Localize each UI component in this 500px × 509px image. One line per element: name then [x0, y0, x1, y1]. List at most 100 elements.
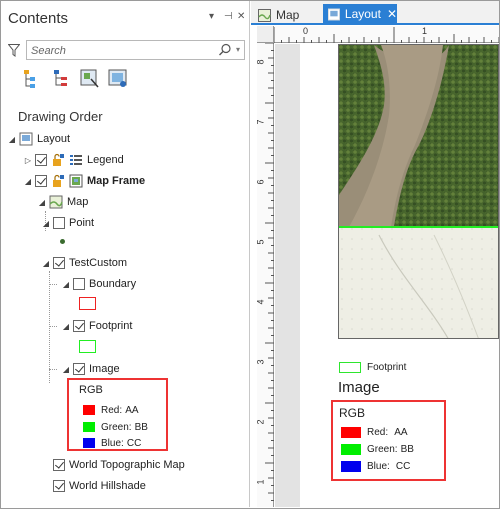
rgb-value: CC [395, 460, 411, 472]
visibility-checkbox[interactable] [73, 278, 85, 290]
vertical-ruler-ticks [265, 42, 274, 501]
layout-rgb-legend-highlight: RGB Red: AA Green: BB Blue: CC [331, 400, 446, 481]
point-symbol [60, 239, 65, 244]
tree-item-footprint[interactable]: ◢ Footprint [61, 317, 132, 335]
visibility-checkbox[interactable] [53, 459, 65, 471]
tree-item-legend[interactable]: ▷ Legend [23, 151, 124, 169]
visibility-checkbox[interactable] [53, 257, 65, 269]
tree-item-map[interactable]: ◢ Map [37, 193, 88, 211]
tree-line [49, 326, 57, 327]
collapse-arrow-icon[interactable]: ◢ [41, 259, 51, 268]
rgb-row-green: Green: BB [341, 443, 414, 455]
rgb-row-red[interactable]: Red: AA [83, 404, 139, 416]
visibility-checkbox[interactable] [35, 154, 47, 166]
map-frame-icon [69, 174, 83, 188]
tree-label: TestCustom [69, 257, 128, 269]
red-swatch [83, 405, 95, 415]
rgb-label: Green: [367, 443, 398, 455]
collapse-arrow-icon[interactable]: ◢ [61, 322, 71, 331]
close-tab-icon[interactable]: ✕ [387, 7, 397, 21]
tree-item-image[interactable]: ◢ Image [61, 360, 120, 378]
map-imagery [339, 45, 498, 338]
search-icon[interactable] [218, 43, 232, 57]
ruler-number: 2 [255, 419, 266, 425]
rgb-row-blue: Blue: CC [341, 460, 410, 472]
green-swatch [341, 443, 361, 455]
layout-icon [19, 132, 33, 146]
legend-footprint-label: Footprint [367, 362, 407, 373]
pane-options-icon[interactable]: ▾ [209, 11, 214, 22]
rgb-value: AA [125, 404, 139, 416]
close-pane-icon[interactable]: ✕ [237, 11, 245, 22]
visibility-checkbox[interactable] [35, 175, 47, 187]
rgb-value: BB [400, 443, 414, 455]
blue-swatch [83, 438, 95, 448]
layout-tab-icon [328, 8, 340, 20]
lock-icon[interactable] [51, 153, 65, 167]
visibility-checkbox[interactable] [53, 217, 65, 229]
tree-item-world-hillshade[interactable]: World Hillshade [53, 477, 146, 495]
list-by-drawing-order-icon[interactable] [21, 67, 43, 91]
collapse-arrow-icon[interactable]: ◢ [61, 280, 71, 289]
search-options-chevron-icon[interactable]: ▾ [236, 45, 240, 54]
filter-icon[interactable] [8, 44, 20, 57]
map-tab-icon [258, 8, 271, 22]
tree-label: World Hillshade [69, 480, 146, 492]
ruler-number: 8 [255, 59, 266, 65]
list-by-source-icon[interactable] [51, 67, 73, 91]
search-box: ▾ [26, 40, 245, 60]
blue-swatch [341, 460, 361, 472]
visibility-checkbox[interactable] [73, 363, 85, 375]
tree-line [49, 369, 57, 370]
view-tab-strip: Map Layout ✕ [251, 1, 499, 25]
vertical-ruler: 8 7 6 5 4 3 2 1 [255, 42, 274, 507]
tree-label: World Topographic Map [69, 459, 185, 471]
collapse-arrow-icon[interactable]: ◢ [23, 177, 33, 186]
tree-label: Image [89, 363, 120, 375]
footprint-symbol[interactable] [79, 340, 96, 353]
tree-item-point[interactable]: ◢ Point [41, 214, 94, 232]
legend-image-heading: Image [338, 379, 380, 396]
ruler-number: 1 [422, 26, 428, 36]
list-by-selection-icon[interactable] [79, 67, 101, 91]
rgb-row-blue[interactable]: Blue: CC [83, 437, 141, 449]
tree-label: Footprint [89, 320, 133, 332]
collapse-arrow-icon[interactable]: ◢ [7, 135, 17, 144]
visibility-checkbox[interactable] [73, 320, 85, 332]
tab-layout[interactable]: Layout ✕ [323, 4, 397, 24]
expand-arrow-icon[interactable]: ▷ [23, 156, 33, 165]
rgb-legend-highlight: RGB Red: AA Green: BB Blue: CC [67, 378, 168, 451]
lock-icon[interactable] [51, 174, 65, 188]
tree-item-world-topographic[interactable]: World Topographic Map [53, 456, 185, 474]
boundary-symbol[interactable] [79, 297, 96, 310]
search-input[interactable] [31, 43, 206, 58]
tab-map[interactable]: Map [258, 5, 299, 25]
rgb-row-green[interactable]: Green: BB [83, 421, 148, 433]
collapse-arrow-icon[interactable]: ◢ [37, 198, 47, 207]
tree-label: Map Frame [87, 175, 146, 187]
drawing-order-heading: Drawing Order [18, 109, 103, 124]
collapse-arrow-icon[interactable]: ◢ [41, 219, 51, 228]
rgb-title: RGB [79, 384, 103, 396]
visibility-checkbox[interactable] [53, 480, 65, 492]
tab-label: Layout [344, 7, 381, 21]
tree-label: Legend [87, 154, 124, 166]
tree-item-boundary[interactable]: ◢ Boundary [61, 275, 136, 293]
tab-label: Map [276, 8, 300, 22]
horizontal-ruler: 0 1 [257, 26, 500, 43]
tree-line [49, 284, 57, 285]
list-by-snapping-icon[interactable] [107, 67, 129, 91]
tree-label: Layout [37, 133, 71, 145]
tree-item-map-frame[interactable]: ◢ Map Frame [23, 172, 145, 190]
map-frame-element[interactable] [338, 44, 499, 339]
collapse-arrow-icon[interactable]: ◢ [61, 365, 71, 374]
legend-icon [70, 155, 82, 165]
rgb-value: CC [126, 437, 142, 449]
rgb-label: Blue: [367, 460, 390, 472]
tree-line [49, 271, 50, 383]
tree-item-layout[interactable]: ◢ Layout [7, 130, 70, 148]
rgb-row-red: Red: AA [341, 426, 408, 438]
tree-item-testcustom[interactable]: ◢ TestCustom [41, 254, 127, 272]
pin-icon[interactable]: ⊣ [224, 11, 233, 22]
tree-label: Boundary [89, 278, 137, 290]
